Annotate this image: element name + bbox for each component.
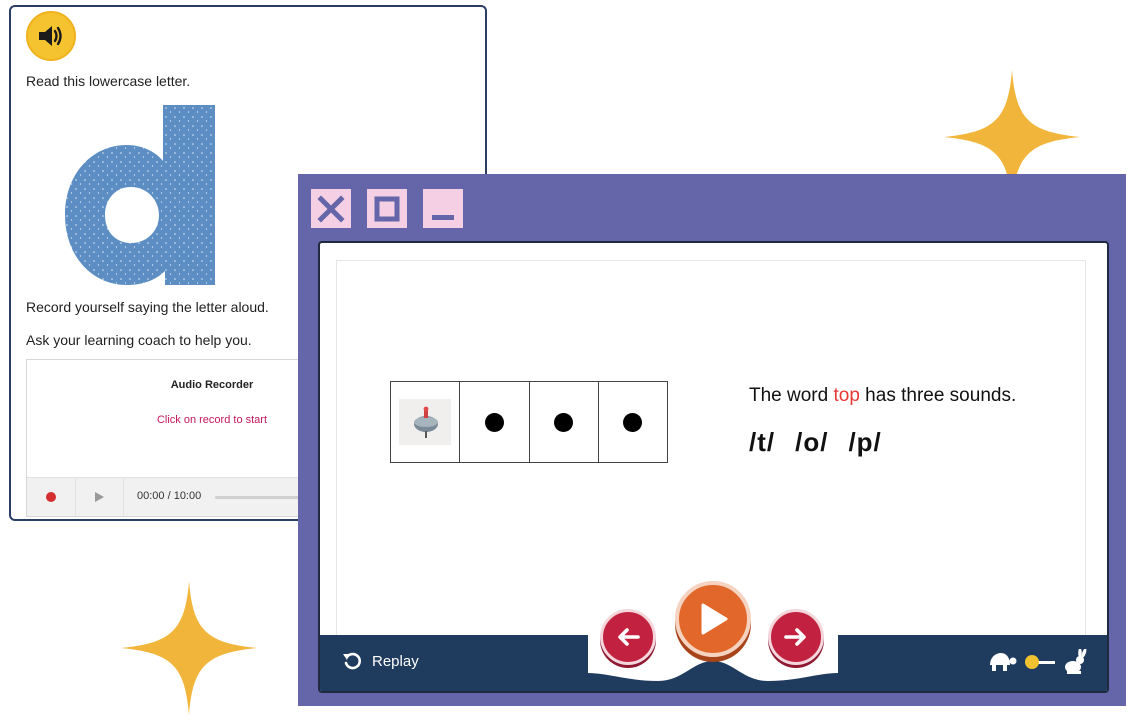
sound-dot xyxy=(623,412,643,432)
recorder-time: 00:00 / 10:00 xyxy=(137,490,202,502)
arrow-right-icon xyxy=(784,628,806,646)
recorder-play-button[interactable] xyxy=(75,478,124,516)
picture-box xyxy=(391,382,461,462)
sound-box xyxy=(598,382,667,462)
coach-prompt: Ask your learning coach to help you. xyxy=(26,332,252,348)
record-icon xyxy=(46,492,56,502)
arrow-left-icon xyxy=(618,628,640,646)
lesson-window: The word top has three sounds. /t/ /o/ /p/… xyxy=(298,174,1126,706)
lesson-sentence: The word top has three sounds. xyxy=(749,385,1016,407)
replay-button[interactable]: Replay xyxy=(342,651,419,671)
highlighted-word: top xyxy=(833,385,860,406)
lowercase-letter-image xyxy=(65,105,215,285)
close-icon xyxy=(317,194,345,223)
minimize-icon xyxy=(432,214,454,220)
speed-control xyxy=(987,649,1087,675)
lesson-body: The word top has three sounds. /t/ /o/ /p/… xyxy=(318,241,1109,693)
sentence-end: has three sounds. xyxy=(859,385,1017,406)
phoneme: /p/ xyxy=(848,427,882,457)
back-button[interactable] xyxy=(600,609,656,665)
phoneme-list: /t/ /o/ /p/ xyxy=(749,427,902,458)
maximize-button[interactable] xyxy=(367,189,407,228)
sound-boxes xyxy=(390,381,668,463)
forward-button[interactable] xyxy=(768,609,824,665)
sound-box xyxy=(460,382,530,462)
sparkle-star-icon xyxy=(121,581,257,715)
sentence-start: The word xyxy=(749,385,834,406)
play-icon xyxy=(94,492,104,502)
play-button[interactable] xyxy=(675,581,751,657)
speed-knob[interactable] xyxy=(1025,655,1039,669)
phoneme: /t/ xyxy=(749,427,776,457)
replay-icon xyxy=(343,652,361,670)
record-prompt: Record yourself saying the letter aloud. xyxy=(26,299,269,315)
rabbit-icon xyxy=(1065,649,1087,674)
sound-dot xyxy=(554,412,574,432)
phoneme: /o/ xyxy=(795,427,829,457)
maximize-icon xyxy=(374,196,400,221)
sound-box xyxy=(529,382,599,462)
speaker-icon xyxy=(39,26,62,46)
read-prompt: Read this lowercase letter. xyxy=(26,73,191,89)
minimize-button[interactable] xyxy=(423,189,463,228)
record-button[interactable] xyxy=(27,478,76,516)
speed-slider[interactable] xyxy=(1025,652,1055,672)
play-icon xyxy=(701,603,728,635)
turtle-icon xyxy=(990,653,1017,671)
spinning-top-image xyxy=(399,399,452,445)
sound-dot xyxy=(484,412,504,432)
speaker-button[interactable] xyxy=(26,11,76,61)
close-button[interactable] xyxy=(311,189,351,228)
navigation-controls xyxy=(588,581,838,689)
replay-label: Replay xyxy=(372,652,419,670)
